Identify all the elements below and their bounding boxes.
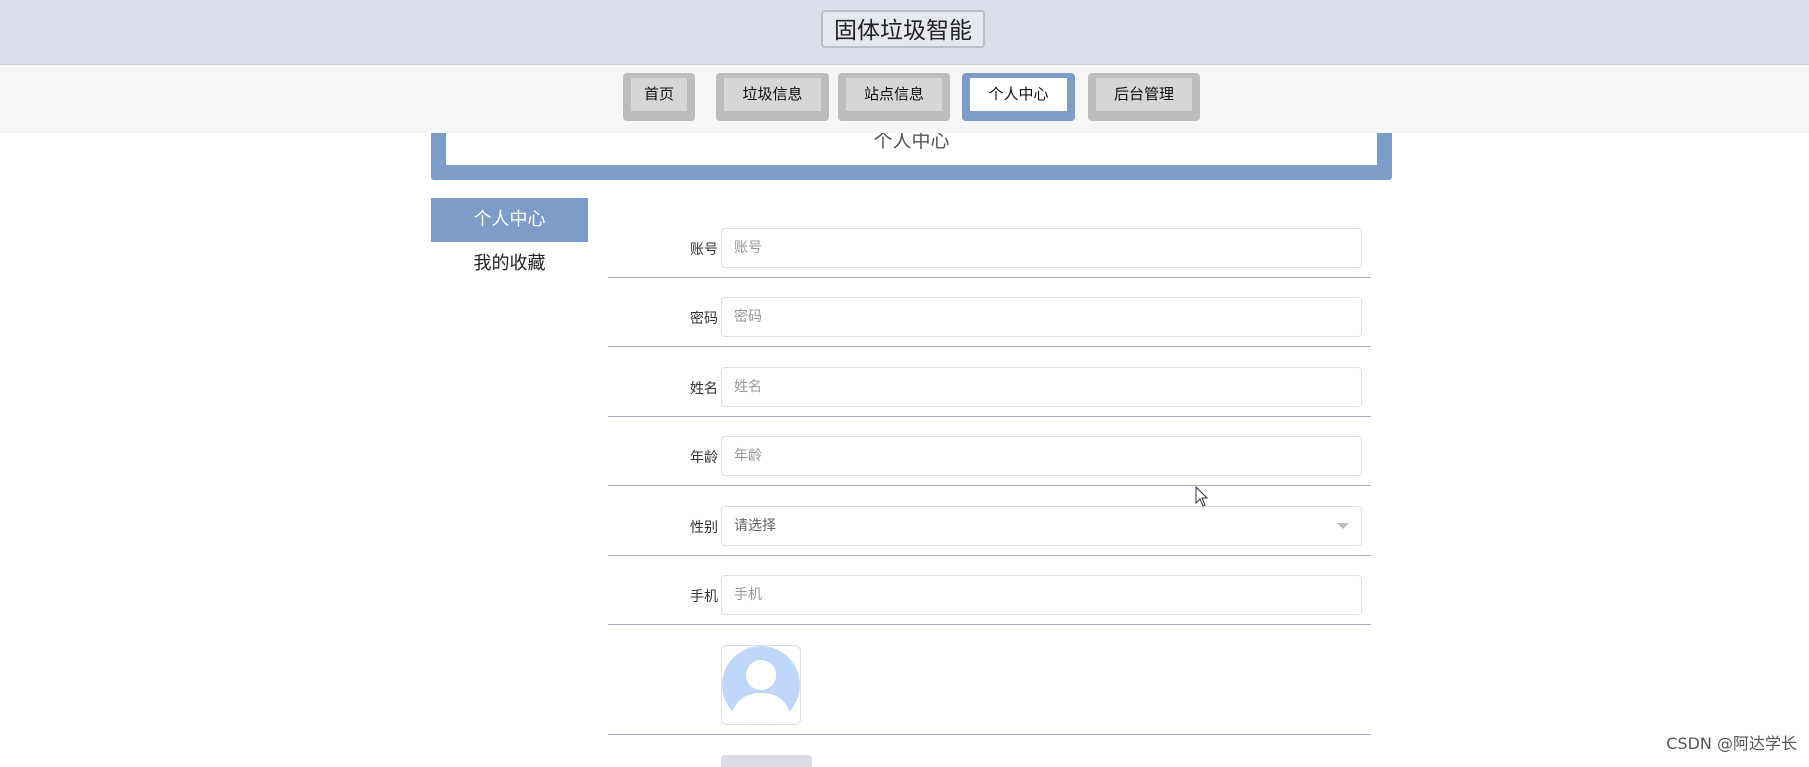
nav-item-label: 垃圾信息 bbox=[724, 78, 821, 111]
page-banner: 个人中心 bbox=[431, 133, 1392, 180]
name-input[interactable] bbox=[721, 367, 1362, 407]
side-item-favorites[interactable]: 我的收藏 bbox=[431, 242, 588, 286]
name-label: 姓名 bbox=[690, 381, 718, 397]
form-row-gender: 性别 请选择 bbox=[608, 506, 1371, 556]
site-title: 固体垃圾智能 bbox=[821, 10, 985, 48]
form-row-account: 账号 bbox=[608, 228, 1371, 278]
nav-item-station-info[interactable]: 站点信息 bbox=[838, 73, 950, 121]
gender-label: 性别 bbox=[690, 520, 718, 536]
password-label: 密码 bbox=[690, 311, 718, 327]
nav-item-label: 首页 bbox=[631, 78, 687, 111]
avatar-upload[interactable] bbox=[721, 645, 801, 725]
gender-select[interactable]: 请选择 bbox=[721, 506, 1362, 546]
nav-item-admin[interactable]: 后台管理 bbox=[1088, 73, 1200, 121]
banner-box: 个人中心 bbox=[446, 133, 1377, 165]
side-menu: 个人中心 我的收藏 bbox=[431, 198, 588, 286]
nav-item-label: 后台管理 bbox=[1096, 78, 1192, 111]
account-input[interactable] bbox=[721, 228, 1362, 268]
save-button[interactable] bbox=[721, 755, 812, 767]
phone-label: 手机 bbox=[690, 589, 718, 605]
age-label: 年龄 bbox=[690, 450, 718, 466]
nav-item-label: 个人中心 bbox=[970, 78, 1067, 111]
chevron-down-icon bbox=[1337, 523, 1349, 529]
form-row-phone: 手机 bbox=[608, 575, 1371, 625]
nav-item-garbage-info[interactable]: 垃圾信息 bbox=[716, 73, 829, 121]
nav-item-personal-center[interactable]: 个人中心 bbox=[962, 73, 1075, 121]
password-input[interactable] bbox=[721, 297, 1362, 337]
account-label: 账号 bbox=[690, 242, 718, 258]
form-row-age: 年龄 bbox=[608, 436, 1371, 486]
age-input[interactable] bbox=[721, 436, 1362, 476]
nav-item-home[interactable]: 首页 bbox=[623, 73, 695, 121]
watermark: CSDN @阿达学长 bbox=[1666, 734, 1797, 753]
mouse-cursor-icon bbox=[1195, 486, 1209, 507]
avatar-placeholder-icon bbox=[722, 646, 800, 724]
nav-item-label: 站点信息 bbox=[846, 78, 942, 111]
form-row-name: 姓名 bbox=[608, 367, 1371, 417]
site-header: 固体垃圾智能 bbox=[0, 0, 1809, 65]
phone-input[interactable] bbox=[721, 575, 1362, 615]
gender-select-placeholder: 请选择 bbox=[734, 518, 776, 534]
page-title: 个人中心 bbox=[873, 133, 950, 152]
main-nav: 首页 垃圾信息 站点信息 个人中心 后台管理 bbox=[0, 65, 1809, 133]
side-item-personal-center[interactable]: 个人中心 bbox=[431, 198, 588, 242]
form-row-password: 密码 bbox=[608, 297, 1371, 347]
form-row-avatar bbox=[608, 645, 1371, 735]
